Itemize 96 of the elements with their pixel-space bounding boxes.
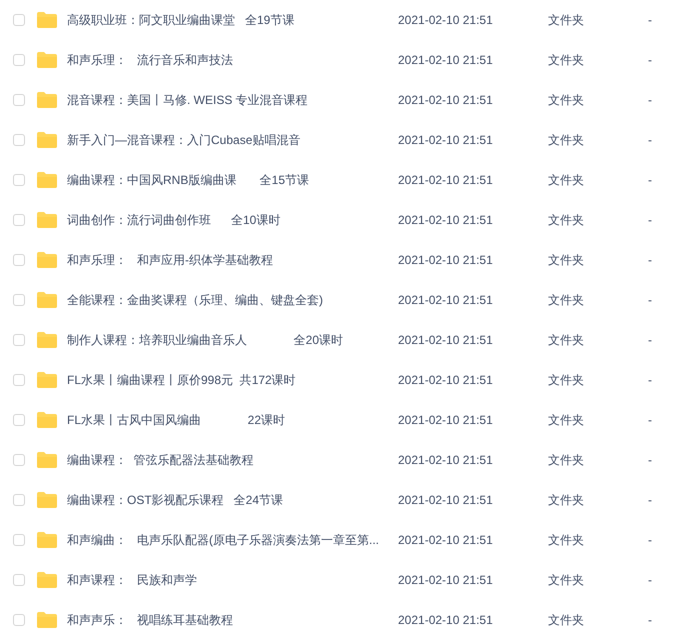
file-type: 文件夹 bbox=[548, 92, 584, 108]
folder-icon bbox=[37, 52, 57, 68]
folder-icon bbox=[37, 92, 57, 108]
file-size: - bbox=[648, 612, 652, 628]
file-name[interactable]: 编曲课程：中国风RNB版编曲课 全15节课 bbox=[67, 172, 310, 188]
file-name[interactable]: 词曲创作：流行词曲创作班 全10课时 bbox=[67, 212, 280, 228]
folder-icon bbox=[37, 292, 57, 308]
checkbox[interactable] bbox=[13, 614, 25, 626]
checkbox[interactable] bbox=[13, 14, 25, 26]
modified-date: 2021-02-10 21:51 bbox=[398, 452, 493, 468]
modified-date: 2021-02-10 21:51 bbox=[398, 572, 493, 588]
modified-date: 2021-02-10 21:51 bbox=[398, 132, 493, 148]
file-size: - bbox=[648, 132, 652, 148]
checkbox[interactable] bbox=[13, 54, 25, 66]
file-type: 文件夹 bbox=[548, 492, 584, 508]
file-name[interactable]: 高级职业班：阿文职业编曲课堂 全19节课 bbox=[67, 12, 294, 28]
file-type: 文件夹 bbox=[548, 412, 584, 428]
folder-icon bbox=[37, 332, 57, 348]
file-name[interactable]: 全能课程：金曲奖课程（乐理、编曲、键盘全套) bbox=[67, 292, 323, 308]
folder-icon bbox=[37, 252, 57, 268]
folder-icon bbox=[37, 172, 57, 188]
file-size: - bbox=[648, 492, 652, 508]
folder-icon bbox=[37, 372, 57, 388]
folder-icon bbox=[37, 132, 57, 148]
folder-icon bbox=[37, 212, 57, 228]
file-name[interactable]: 新手入门—混音课程：入门Cubase贴唱混音 bbox=[67, 132, 300, 148]
file-type: 文件夹 bbox=[548, 212, 584, 228]
file-type: 文件夹 bbox=[548, 252, 584, 268]
file-type: 文件夹 bbox=[548, 452, 584, 468]
file-size: - bbox=[648, 172, 652, 188]
modified-date: 2021-02-10 21:51 bbox=[398, 52, 493, 68]
modified-date: 2021-02-10 21:51 bbox=[398, 12, 493, 28]
folder-icon bbox=[37, 612, 57, 628]
file-size: - bbox=[648, 212, 652, 228]
file-size: - bbox=[648, 532, 652, 548]
file-type: 文件夹 bbox=[548, 332, 584, 348]
file-name[interactable]: 编曲课程： 管弦乐配器法基础教程 bbox=[67, 452, 254, 468]
checkbox[interactable] bbox=[13, 454, 25, 466]
file-name[interactable]: 制作人课程：培养职业编曲音乐人 全20课时 bbox=[67, 332, 344, 348]
checkbox[interactable] bbox=[13, 374, 25, 386]
checkbox[interactable] bbox=[13, 294, 25, 306]
checkbox[interactable] bbox=[13, 494, 25, 506]
file-name[interactable]: FL水果丨古风中国风编曲 22课时 bbox=[67, 412, 286, 428]
file-name[interactable]: 和声乐理： 流行音乐和声技法 bbox=[67, 52, 234, 68]
file-size: - bbox=[648, 572, 652, 588]
file-type: 文件夹 bbox=[548, 612, 584, 628]
checkbox[interactable] bbox=[13, 94, 25, 106]
file-size: - bbox=[648, 12, 652, 28]
file-size: - bbox=[648, 452, 652, 468]
file-name[interactable]: 混音课程：美国丨马修. WEISS 专业混音课程 bbox=[67, 92, 308, 108]
file-type: 文件夹 bbox=[548, 12, 584, 28]
file-name[interactable]: FL水果丨编曲课程丨原价998元 共172课时 bbox=[67, 372, 296, 388]
file-size: - bbox=[648, 52, 652, 68]
modified-date: 2021-02-10 21:51 bbox=[398, 292, 493, 308]
file-name[interactable]: 和声编曲： 电声乐队配器(原电子乐器演奏法第一章至第... bbox=[67, 532, 379, 548]
modified-date: 2021-02-10 21:51 bbox=[398, 412, 493, 428]
folder-icon bbox=[37, 532, 57, 548]
file-size: - bbox=[648, 252, 652, 268]
checkbox[interactable] bbox=[13, 414, 25, 426]
modified-date: 2021-02-10 21:51 bbox=[398, 492, 493, 508]
file-size: - bbox=[648, 292, 652, 308]
file-size: - bbox=[648, 412, 652, 428]
checkbox[interactable] bbox=[13, 574, 25, 586]
modified-date: 2021-02-10 21:51 bbox=[398, 372, 493, 388]
modified-date: 2021-02-10 21:51 bbox=[398, 172, 493, 188]
file-type: 文件夹 bbox=[548, 532, 584, 548]
folder-icon bbox=[37, 492, 57, 508]
checkbox[interactable] bbox=[13, 174, 25, 186]
modified-date: 2021-02-10 21:51 bbox=[398, 612, 493, 628]
file-name[interactable]: 和声课程： 民族和声学 bbox=[67, 572, 198, 588]
file-size: - bbox=[648, 332, 652, 348]
file-type: 文件夹 bbox=[548, 52, 584, 68]
folder-icon bbox=[37, 572, 57, 588]
file-type: 文件夹 bbox=[548, 372, 584, 388]
file-type: 文件夹 bbox=[548, 292, 584, 308]
checkbox[interactable] bbox=[13, 214, 25, 226]
file-type: 文件夹 bbox=[548, 172, 584, 188]
file-size: - bbox=[648, 372, 652, 388]
file-name[interactable]: 和声声乐： 视唱练耳基础教程 bbox=[67, 612, 234, 628]
file-name[interactable]: 和声乐理： 和声应用-织体学基础教程 bbox=[67, 252, 273, 268]
modified-date: 2021-02-10 21:51 bbox=[398, 332, 493, 348]
file-type: 文件夹 bbox=[548, 132, 584, 148]
folder-icon bbox=[37, 412, 57, 428]
folder-icon bbox=[37, 12, 57, 28]
checkbox[interactable] bbox=[13, 134, 25, 146]
checkbox[interactable] bbox=[13, 254, 25, 266]
file-size: - bbox=[648, 92, 652, 108]
modified-date: 2021-02-10 21:51 bbox=[398, 212, 493, 228]
modified-date: 2021-02-10 21:51 bbox=[398, 532, 493, 548]
file-name[interactable]: 编曲课程：OST影视配乐课程 全24节课 bbox=[67, 492, 284, 508]
file-type: 文件夹 bbox=[548, 572, 584, 588]
folder-icon bbox=[37, 452, 57, 468]
modified-date: 2021-02-10 21:51 bbox=[398, 252, 493, 268]
modified-date: 2021-02-10 21:51 bbox=[398, 92, 493, 108]
checkbox[interactable] bbox=[13, 534, 25, 546]
checkbox[interactable] bbox=[13, 334, 25, 346]
